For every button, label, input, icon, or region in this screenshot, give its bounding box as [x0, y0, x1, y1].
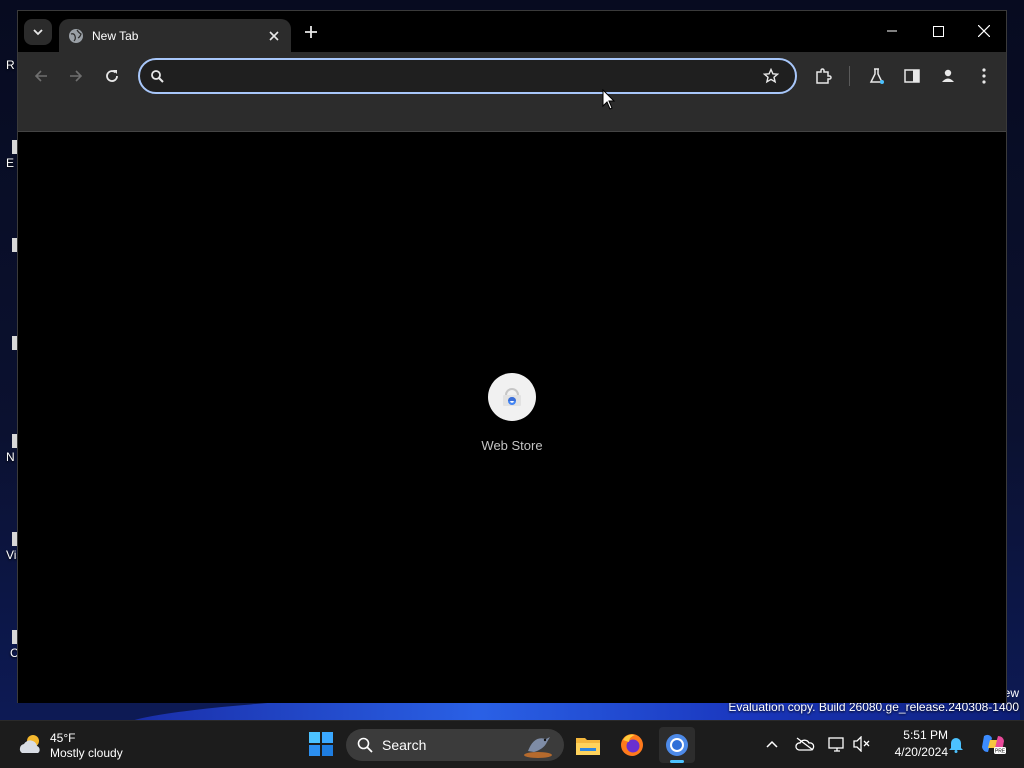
firefox-app[interactable] [614, 727, 650, 763]
shortcut-label: Web Store [481, 438, 543, 453]
bookmarks-bar [18, 100, 1006, 132]
svg-text:PRE: PRE [995, 749, 1006, 755]
shortcut-tile[interactable] [488, 373, 536, 421]
flask-icon [869, 68, 884, 84]
volume-muted-icon [853, 736, 870, 752]
close-icon[interactable] [265, 27, 283, 45]
arrow-right-icon [70, 70, 83, 82]
toolbar [18, 52, 1006, 100]
forward-button[interactable] [62, 62, 90, 90]
labs-button[interactable] [863, 62, 891, 90]
profile-button[interactable] [934, 62, 962, 90]
back-button[interactable] [27, 62, 55, 90]
close-icon [978, 25, 990, 37]
copilot-icon: PRE [982, 734, 1006, 755]
chrome-app[interactable] [659, 727, 695, 763]
star-icon[interactable] [759, 64, 783, 88]
maximize-button[interactable] [916, 15, 960, 47]
reload-icon [106, 70, 118, 82]
tab-search-button[interactable] [24, 19, 52, 45]
menu-button[interactable] [970, 62, 998, 90]
copilot-button[interactable]: PRE [979, 733, 1007, 755]
side-panel-icon [904, 69, 920, 83]
tab-new-tab[interactable]: New Tab [59, 19, 291, 53]
web-store-icon [503, 388, 521, 406]
weather-temp: 45°F [50, 730, 76, 745]
reload-button[interactable] [98, 62, 126, 90]
file-explorer-app[interactable] [570, 727, 606, 763]
cloudy-weather-icon [19, 735, 40, 753]
toolbar-divider [849, 66, 850, 86]
taskbar: 45°F Mostly cloudy Search 5:51 PM 4/20/2… [0, 720, 1024, 768]
minimize-button[interactable] [870, 15, 914, 47]
mouse-cursor-icon [602, 89, 616, 110]
browser-window: New Tab Web Store [17, 10, 1007, 703]
taskbar-search[interactable]: Search [346, 729, 564, 761]
chevron-down-icon [33, 29, 43, 36]
onedrive-tray[interactable] [794, 733, 816, 755]
arrow-left-icon [34, 70, 47, 82]
desktop-icon-label: E [6, 156, 15, 170]
window-close-button[interactable] [962, 15, 1006, 47]
volume-tray[interactable] [851, 733, 873, 755]
folder-icon [576, 738, 600, 755]
chevron-up-icon [766, 740, 778, 748]
weather-condition: Mostly cloudy [50, 745, 123, 760]
new-tab-button[interactable] [300, 21, 322, 43]
start-button[interactable] [307, 729, 335, 759]
bell-icon [949, 738, 963, 753]
minimize-icon [887, 30, 897, 32]
globe-icon [68, 28, 84, 44]
kebab-menu-icon [982, 68, 986, 84]
maximize-icon [932, 25, 944, 37]
search-highlight-bird-icon [524, 737, 552, 758]
tab-title: New Tab [92, 29, 139, 43]
puzzle-icon [816, 68, 832, 84]
notifications-button[interactable] [945, 733, 967, 755]
plus-icon [305, 26, 317, 38]
tab-strip: New Tab [18, 11, 1006, 53]
network-icon [828, 737, 844, 752]
chrome-icon [666, 734, 688, 756]
desktop-icon-label: N [6, 450, 15, 464]
clock-time: 5:51 PM [903, 728, 948, 742]
cloud-offline-icon [795, 737, 815, 751]
taskbar-search-label: Search [382, 737, 427, 753]
windows-logo-icon [309, 732, 333, 756]
firefox-icon [621, 734, 643, 756]
shortcut-web-store[interactable]: Web Store [467, 373, 557, 463]
omnibox[interactable] [138, 58, 797, 94]
weather-widget[interactable]: 45°F Mostly cloudy [16, 727, 123, 763]
new-tab-page: Web Store [18, 133, 1006, 703]
extensions-button[interactable] [809, 62, 837, 90]
search-icon [149, 68, 165, 84]
show-hidden-icons-button[interactable] [761, 733, 783, 755]
network-tray[interactable] [826, 733, 848, 755]
side-panel-button[interactable] [898, 62, 926, 90]
active-app-indicator [670, 760, 684, 763]
address-input[interactable] [175, 60, 759, 92]
person-icon [942, 69, 954, 82]
desktop-icon-label: R [6, 58, 15, 72]
clock-date: 4/20/2024 [894, 745, 948, 759]
system-clock[interactable]: 5:51 PM 4/20/2024 [878, 728, 948, 759]
search-icon [356, 736, 374, 754]
